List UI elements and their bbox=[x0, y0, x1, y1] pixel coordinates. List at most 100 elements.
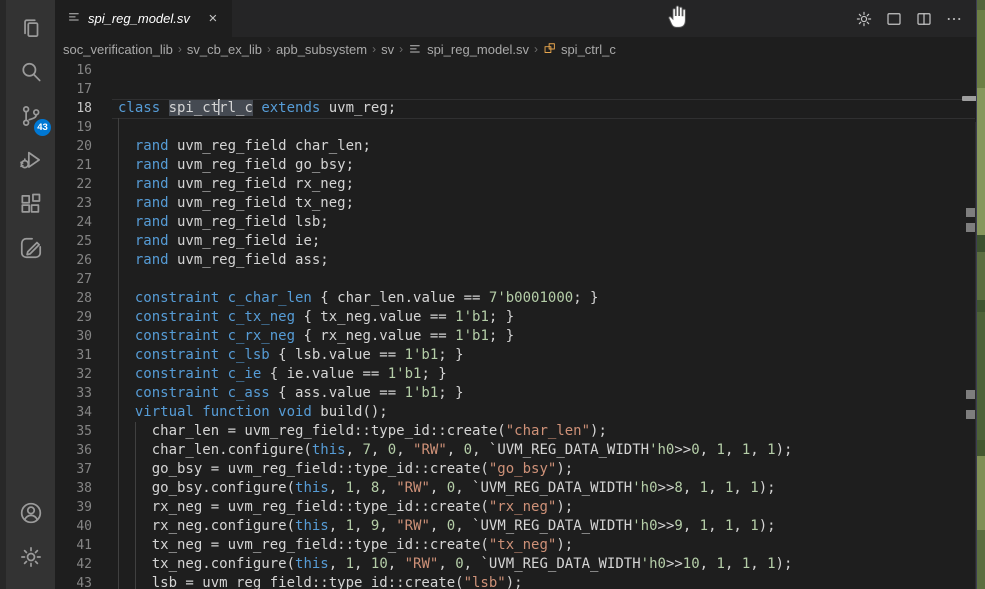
code-line[interactable]: 42 tx_neg.configure(this, 1, 10, "RW", 0… bbox=[55, 555, 985, 574]
line-number[interactable]: 30 bbox=[55, 327, 92, 346]
code-line[interactable]: 22 rand uvm_reg_field rx_neg; bbox=[55, 175, 985, 194]
line-number[interactable]: 42 bbox=[55, 555, 92, 574]
code-text: tx_neg = uvm_reg_field::type_id::create(… bbox=[118, 536, 573, 555]
code-line[interactable]: 17 bbox=[55, 80, 985, 99]
breadcrumb-label: spi_ctrl_c bbox=[561, 42, 616, 57]
line-number[interactable]: 41 bbox=[55, 536, 92, 555]
code-line[interactable]: 20 rand uvm_reg_field char_len; bbox=[55, 137, 985, 156]
code-line[interactable]: 34 virtual function void build(); bbox=[55, 403, 985, 422]
line-number[interactable]: 37 bbox=[55, 460, 92, 479]
editor-action-layout[interactable] bbox=[883, 8, 905, 30]
code-line[interactable]: 25 rand uvm_reg_field ie; bbox=[55, 232, 985, 251]
activity-bar-top-group: 43 bbox=[6, 0, 55, 270]
breadcrumb-item-sv_cb_ex_lib[interactable]: sv_cb_ex_lib bbox=[187, 42, 262, 57]
code-text: virtual function void build(); bbox=[118, 403, 388, 422]
editor-actions bbox=[853, 0, 985, 37]
code-line[interactable]: 19 bbox=[55, 118, 985, 137]
editor-action-more-actions[interactable] bbox=[943, 8, 965, 30]
line-number[interactable]: 24 bbox=[55, 213, 92, 232]
line-number[interactable]: 28 bbox=[55, 289, 92, 308]
code-line[interactable]: 31 constraint c_lsb { lsb.value == 1'b1;… bbox=[55, 346, 985, 365]
activity-bar-item-search[interactable] bbox=[6, 50, 55, 94]
code-text: rand uvm_reg_field ie; bbox=[118, 232, 320, 251]
activity-bar-item-explorer[interactable] bbox=[6, 6, 55, 50]
line-number[interactable]: 21 bbox=[55, 156, 92, 175]
line-number[interactable]: 16 bbox=[55, 61, 92, 80]
code-text: constraint c_tx_neg { tx_neg.value == 1'… bbox=[118, 308, 514, 327]
code-line[interactable]: 27 bbox=[55, 270, 985, 289]
code-editor[interactable]: 161718class spi_ctrl_c extends uvm_reg;1… bbox=[55, 61, 985, 589]
activity-bar-item-notebook-edit[interactable] bbox=[6, 226, 55, 270]
code-line[interactable]: 36 char_len.configure(this, 7, 0, "RW", … bbox=[55, 441, 985, 460]
breadcrumb-item-spi_reg_model.sv[interactable]: spi_reg_model.sv bbox=[408, 42, 529, 57]
line-number[interactable]: 18 bbox=[55, 99, 92, 118]
editor-action-configure[interactable] bbox=[853, 8, 875, 30]
line-number[interactable]: 38 bbox=[55, 479, 92, 498]
code-line[interactable]: 21 rand uvm_reg_field go_bsy; bbox=[55, 156, 985, 175]
activity-bar-item-accounts[interactable] bbox=[6, 491, 55, 535]
class-symbol-icon bbox=[543, 42, 557, 56]
line-number[interactable]: 23 bbox=[55, 194, 92, 213]
overview-ruler-marker bbox=[966, 223, 975, 232]
code-text: lsb = uvm_reg_field::type_id::create("ls… bbox=[118, 574, 523, 589]
tab-bar: spi_reg_model.sv × bbox=[55, 0, 985, 37]
line-number[interactable]: 39 bbox=[55, 498, 92, 517]
code-line[interactable]: 37 go_bsy = uvm_reg_field::type_id::crea… bbox=[55, 460, 985, 479]
code-line[interactable]: 43 lsb = uvm_reg_field::type_id::create(… bbox=[55, 574, 985, 589]
code-line[interactable]: 28 constraint c_char_len { char_len.valu… bbox=[55, 289, 985, 308]
code-line[interactable]: 41 tx_neg = uvm_reg_field::type_id::crea… bbox=[55, 536, 985, 555]
gear-icon bbox=[18, 544, 44, 570]
activity-bar-item-settings[interactable] bbox=[6, 535, 55, 579]
code-line[interactable]: 40 rx_neg.configure(this, 1, 9, "RW", 0,… bbox=[55, 517, 985, 536]
breadcrumb-item-sv[interactable]: sv bbox=[381, 42, 394, 57]
line-number[interactable]: 19 bbox=[55, 118, 92, 137]
activity-bar-item-source-control[interactable]: 43 bbox=[6, 94, 55, 138]
activity-bar-item-run-debug[interactable] bbox=[6, 138, 55, 182]
code-line[interactable]: 30 constraint c_rx_neg { rx_neg.value ==… bbox=[55, 327, 985, 346]
code-text: rand uvm_reg_field rx_neg; bbox=[118, 175, 354, 194]
line-number[interactable]: 27 bbox=[55, 270, 92, 289]
code-line[interactable]: 35 char_len = uvm_reg_field::type_id::cr… bbox=[55, 422, 985, 441]
line-number[interactable]: 29 bbox=[55, 308, 92, 327]
line-number[interactable]: 32 bbox=[55, 365, 92, 384]
tab-close-icon[interactable]: × bbox=[204, 10, 222, 28]
activity-bar: 43 bbox=[0, 0, 55, 589]
line-number[interactable]: 40 bbox=[55, 517, 92, 536]
editor-group: spi_reg_model.sv × soc_verification_lib ›… bbox=[55, 0, 985, 589]
line-number[interactable]: 34 bbox=[55, 403, 92, 422]
code-line[interactable]: 23 rand uvm_reg_field tx_neg; bbox=[55, 194, 985, 213]
code-line[interactable]: 33 constraint c_ass { ass.value == 1'b1;… bbox=[55, 384, 985, 403]
code-line[interactable]: 38 go_bsy.configure(this, 1, 8, "RW", 0,… bbox=[55, 479, 985, 498]
line-number[interactable]: 33 bbox=[55, 384, 92, 403]
square-icon bbox=[885, 10, 903, 28]
breadcrumb-item-apb_subsystem[interactable]: apb_subsystem bbox=[276, 42, 367, 57]
line-number[interactable]: 17 bbox=[55, 80, 92, 99]
breadcrumb-item-spi_ctrl_c[interactable]: spi_ctrl_c bbox=[543, 42, 616, 57]
tab-spi_reg_model[interactable]: spi_reg_model.sv × bbox=[55, 0, 232, 37]
line-number[interactable]: 25 bbox=[55, 232, 92, 251]
breadcrumb-separator: › bbox=[399, 42, 403, 56]
line-number[interactable]: 36 bbox=[55, 441, 92, 460]
line-number[interactable]: 35 bbox=[55, 422, 92, 441]
line-number[interactable]: 20 bbox=[55, 137, 92, 156]
line-number[interactable]: 31 bbox=[55, 346, 92, 365]
code-line[interactable]: 29 constraint c_tx_neg { tx_neg.value ==… bbox=[55, 308, 985, 327]
breadcrumb-item-soc_verification_lib[interactable]: soc_verification_lib bbox=[63, 42, 173, 57]
code-line[interactable]: 24 rand uvm_reg_field lsb; bbox=[55, 213, 985, 232]
code-line[interactable]: 39 rx_neg = uvm_reg_field::type_id::crea… bbox=[55, 498, 985, 517]
breadcrumb-separator: › bbox=[534, 42, 538, 56]
line-number[interactable]: 26 bbox=[55, 251, 92, 270]
code-line[interactable]: 26 rand uvm_reg_field ass; bbox=[55, 251, 985, 270]
code-line[interactable]: 32 constraint c_ie { ie.value == 1'b1; } bbox=[55, 365, 985, 384]
split-editor-icon bbox=[915, 10, 933, 28]
code-text: go_bsy = uvm_reg_field::type_id::create(… bbox=[118, 460, 573, 479]
overview-ruler-marker bbox=[966, 208, 975, 217]
activity-bar-item-extensions[interactable] bbox=[6, 182, 55, 226]
line-number[interactable]: 43 bbox=[55, 574, 92, 589]
editor-action-split-editor[interactable] bbox=[913, 8, 935, 30]
line-number[interactable]: 22 bbox=[55, 175, 92, 194]
overview-ruler-marker bbox=[966, 390, 975, 399]
edit-square-icon bbox=[18, 235, 44, 261]
code-line[interactable]: 18class spi_ctrl_c extends uvm_reg; bbox=[55, 99, 985, 118]
code-line[interactable]: 16 bbox=[55, 61, 985, 80]
